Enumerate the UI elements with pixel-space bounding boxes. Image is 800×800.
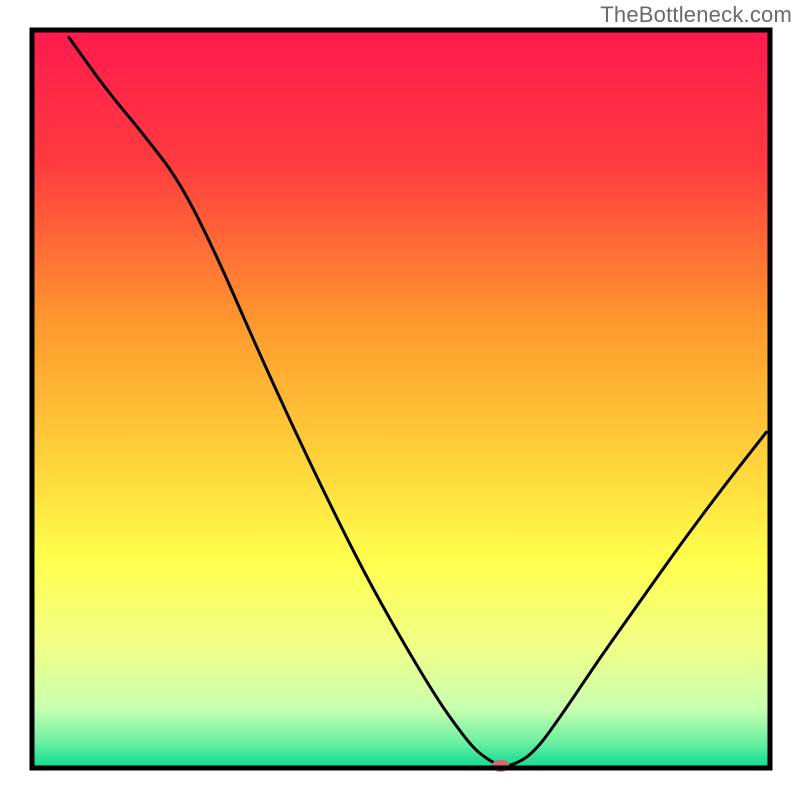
plot-background bbox=[32, 30, 770, 768]
bottleneck-chart bbox=[0, 0, 800, 800]
chart-container: TheBottleneck.com bbox=[0, 0, 800, 800]
watermark-text: TheBottleneck.com bbox=[600, 2, 792, 28]
